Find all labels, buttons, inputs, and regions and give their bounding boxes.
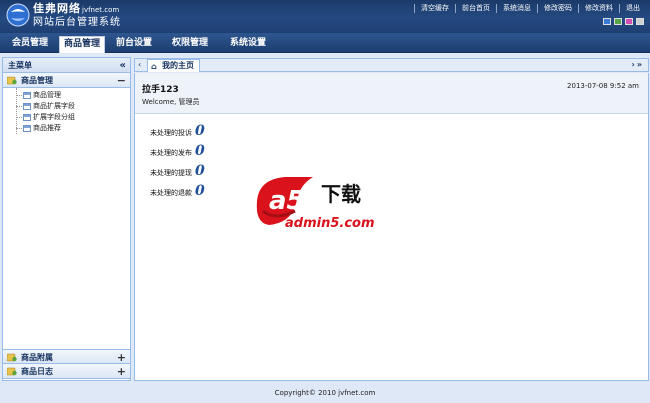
change-password-link[interactable]: 修改密码 [537, 4, 578, 13]
main-content: 拉手123 Welcome, 管理员 2013-07-08 9:52 am 未处… [134, 73, 649, 381]
tab-my-homepage[interactable]: ⌂ 我的主页 [147, 59, 200, 72]
menu-item-label: 商品扩展字段 [33, 102, 75, 110]
folder-gear-icon [7, 367, 17, 376]
theme-swatches [603, 18, 644, 25]
page-icon [23, 125, 31, 132]
welcome-message: Welcome, 管理员 [142, 98, 200, 106]
top-links: 清空缓存 前台首页 系统消息 修改密码 修改资料 退出 [414, 4, 646, 13]
brand: 佳弗网络jvfnet.com 网站后台管理系统 [33, 2, 121, 29]
nav-frontend-settings[interactable]: 前台设置 [112, 36, 156, 51]
theme-swatch-green[interactable] [614, 18, 622, 25]
menu-group-product-attachments[interactable]: 商品附属 + [3, 349, 130, 364]
clear-cache-link[interactable]: 清空缓存 [414, 4, 455, 13]
tab-scroll-left-icon[interactable]: ‹ [138, 59, 141, 71]
theme-swatch-gray[interactable] [636, 18, 644, 25]
watermark-logo: a5 下载 admin5.com [256, 177, 375, 231]
sidebar-title: 主菜单 [8, 61, 32, 70]
page-icon [23, 103, 31, 110]
current-datetime: 2013-07-08 9:52 am [567, 82, 639, 90]
user-name: 拉手123 [142, 85, 179, 95]
stat-unprocessed-refunds: 未处理的退款 0 [150, 181, 205, 201]
menu-group-title: 商品附属 [21, 353, 53, 362]
sidebar: 主菜单 « 商品管理 − 商品管理 商品扩展字段 扩展字段分组 商品推荐 商品附… [2, 57, 131, 381]
nav-permission-management[interactable]: 权限管理 [168, 36, 212, 51]
nav-member-management[interactable]: 会员管理 [8, 36, 52, 51]
nav-system-settings[interactable]: 系统设置 [226, 36, 270, 51]
tab-bar: ‹ ⌂ 我的主页 ›» [134, 58, 649, 72]
folder-gear-icon [7, 76, 17, 85]
stat-label: 未处理的退款 [150, 189, 192, 197]
menu-item-label: 商品管理 [33, 91, 61, 99]
app-header: 佳弗网络jvfnet.com 网站后台管理系统 清空缓存 前台首页 系统消息 修… [0, 0, 650, 33]
folder-gear-icon [7, 353, 17, 362]
stat-value[interactable]: 0 [195, 163, 205, 179]
logout-link[interactable]: 退出 [619, 4, 646, 13]
expand-group-button[interactable]: + [117, 350, 126, 365]
stat-label: 未处理的提现 [150, 169, 192, 177]
menu-item-product-extended-fields[interactable]: 商品扩展字段 [3, 101, 130, 112]
stat-value[interactable]: 0 [195, 123, 205, 139]
sidebar-header: 主菜单 « [3, 58, 130, 73]
copyright-text: Copyright© 2010 jvfnet.com [274, 389, 376, 397]
tab-scroll-right-controls[interactable]: ›» [632, 59, 644, 71]
menu-item-product-management[interactable]: 商品管理 [3, 90, 130, 101]
pending-stats: 未处理的投诉 0 未处理的发布 0 未处理的提现 0 未处理的退款 0 [150, 121, 205, 201]
brand-name: 佳弗网络 [33, 2, 81, 15]
menu-item-extended-field-groups[interactable]: 扩展字段分组 [3, 112, 130, 123]
user-info-bar: 拉手123 Welcome, 管理员 2013-07-08 9:52 am [135, 73, 648, 114]
menu-item-product-recommendations[interactable]: 商品推荐 [3, 123, 130, 134]
watermark-domain: admin5.com [285, 216, 375, 231]
tab-label: 我的主页 [162, 61, 194, 70]
menu-item-label: 扩展字段分组 [33, 113, 75, 121]
menu-group-title: 商品管理 [21, 76, 53, 85]
theme-swatch-blue[interactable] [603, 18, 611, 25]
stat-value[interactable]: 0 [195, 183, 205, 199]
product-menu-tree: 商品管理 商品扩展字段 扩展字段分组 商品推荐 [3, 88, 130, 134]
brand-domain: jvfnet.com [82, 6, 120, 14]
page-icon [23, 92, 31, 99]
system-messages-link[interactable]: 系统消息 [496, 4, 537, 13]
brand-logo-icon [6, 3, 30, 27]
menu-item-label: 商品推荐 [33, 124, 61, 132]
collapse-group-button[interactable]: − [117, 73, 126, 88]
stat-label: 未处理的投诉 [150, 129, 192, 137]
expand-group-button[interactable]: + [117, 364, 126, 379]
stat-unprocessed-withdrawals: 未处理的提现 0 [150, 161, 205, 181]
page-icon [23, 114, 31, 121]
footer: Copyright© 2010 jvfnet.com [0, 383, 650, 403]
stat-label: 未处理的发布 [150, 149, 192, 157]
watermark-mark: a5 [269, 186, 305, 216]
frontend-home-link[interactable]: 前台首页 [455, 4, 496, 13]
stat-value[interactable]: 0 [195, 143, 205, 159]
collapse-sidebar-button[interactable]: « [120, 58, 126, 73]
stat-unprocessed-posts: 未处理的发布 0 [150, 141, 205, 161]
menu-group-title: 商品日志 [21, 367, 53, 376]
nav-product-management[interactable]: 商品管理 [59, 36, 106, 53]
menu-group-product-management[interactable]: 商品管理 − [3, 73, 130, 88]
home-icon: ⌂ [151, 62, 157, 71]
main-nav: 会员管理 商品管理 前台设置 权限管理 系统设置 [0, 33, 650, 53]
watermark-cn: 下载 [321, 182, 361, 206]
menu-group-product-logs[interactable]: 商品日志 + [3, 364, 130, 379]
edit-profile-link[interactable]: 修改资料 [578, 4, 619, 13]
theme-swatch-pink[interactable] [625, 18, 633, 25]
stat-unprocessed-complaints: 未处理的投诉 0 [150, 121, 205, 141]
brand-subtitle: 网站后台管理系统 [33, 17, 121, 28]
